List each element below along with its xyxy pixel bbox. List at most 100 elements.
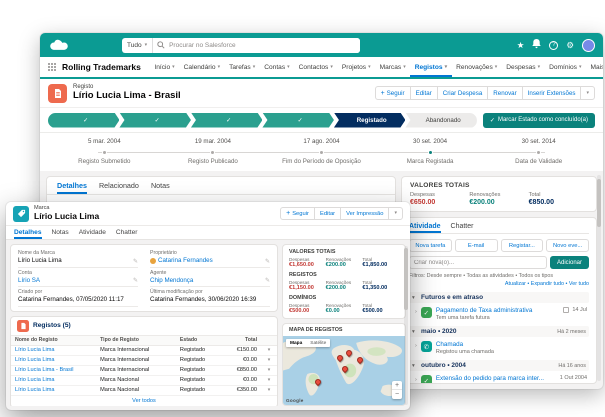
favorites-star-icon[interactable]: ★ xyxy=(517,41,525,50)
tab-dominios[interactable]: Domínios▾ xyxy=(545,57,586,77)
chevron-right-icon[interactable]: › xyxy=(415,309,417,315)
edit-field-icon[interactable]: ✎ xyxy=(133,258,138,265)
tab-chatter[interactable]: Chatter xyxy=(116,229,138,239)
row-actions-icon[interactable]: ▾ xyxy=(261,365,277,375)
table-row[interactable]: Lírio Lucia Lima Marca Nacional Registad… xyxy=(11,375,277,385)
chevron-down-icon[interactable]: ▾ xyxy=(287,65,290,70)
tab-contactos[interactable]: Contactos▾ xyxy=(294,57,337,77)
registos-map[interactable]: Mapa Satélite + − Google xyxy=(283,336,405,405)
chevron-down-icon[interactable]: ▾ xyxy=(330,65,333,70)
zoom-in-button[interactable]: + xyxy=(392,381,402,390)
tab-mais[interactable]: Mais▾ xyxy=(586,57,603,77)
tab-detalhes[interactable]: Detalhes xyxy=(57,181,87,194)
activity-group-upcoming[interactable]: ▾ Futuros e em atraso xyxy=(409,292,589,303)
chevron-down-icon[interactable]: ▾ xyxy=(538,65,541,70)
conta-link[interactable]: Lírio SA xyxy=(18,277,130,284)
edit-field-icon[interactable]: ✎ xyxy=(265,258,270,265)
tab-projetos[interactable]: Projetos▾ xyxy=(337,57,375,77)
chevron-down-icon[interactable]: ▾ xyxy=(445,65,448,70)
scrollbar-thumb[interactable] xyxy=(597,179,601,227)
path-stage-complete-2[interactable]: ✓ xyxy=(119,113,190,128)
row-actions-icon[interactable]: ▾ xyxy=(261,355,277,365)
tab-marcas[interactable]: Marcas▾ xyxy=(375,57,410,77)
activity-group-outubro-2004[interactable]: ▾ outubro • 2004 Há 16 anos xyxy=(409,360,589,371)
map-view-button[interactable]: Mapa xyxy=(286,339,306,347)
table-row[interactable]: Lírio Lucia Lima - Brasil Marca Internac… xyxy=(11,365,277,375)
tab-despesas[interactable]: Despesas▾ xyxy=(502,57,545,77)
renew-button[interactable]: Renovar xyxy=(487,86,522,100)
activity-composer-input[interactable] xyxy=(409,256,547,269)
search-input[interactable] xyxy=(165,38,360,53)
owner-link[interactable]: Catarina Fernandes xyxy=(158,257,213,264)
chevron-right-icon[interactable]: › xyxy=(415,377,417,383)
notifications-bell-icon[interactable] xyxy=(532,36,541,54)
tab-chatter[interactable]: Chatter xyxy=(451,223,474,233)
more-actions-button[interactable]: ▾ xyxy=(388,207,403,220)
add-activity-button[interactable]: Adicionar xyxy=(550,256,589,269)
path-stage-complete-4[interactable]: ✓ xyxy=(262,113,333,128)
create-expense-button[interactable]: Criar Despesa xyxy=(437,86,489,100)
app-launcher-icon[interactable] xyxy=(48,63,56,71)
edit-field-icon[interactable]: ✎ xyxy=(133,277,138,284)
path-stage-complete-3[interactable]: ✓ xyxy=(191,113,262,128)
activity-links[interactable]: Atualizar • Expandir tudo • Ver tudo xyxy=(409,281,589,287)
chevron-down-icon[interactable]: ▾ xyxy=(495,65,498,70)
user-avatar[interactable] xyxy=(582,39,595,52)
tab-notas[interactable]: Notas xyxy=(151,181,170,194)
chevron-down-icon[interactable]: ▾ xyxy=(368,65,371,70)
activity-group-maio-2020[interactable]: ▾ maio • 2020 Há 2 meses xyxy=(409,326,589,337)
chevron-down-icon[interactable]: ▾ xyxy=(172,65,175,70)
table-row[interactable]: Lírio Lucia Lima Marca Internacional Reg… xyxy=(11,345,277,355)
activity-item-title[interactable]: Pagamento de Taxa administrativa xyxy=(436,307,559,314)
row-actions-icon[interactable]: ▾ xyxy=(261,375,277,385)
log-call-button[interactable]: Registar... xyxy=(501,239,544,252)
path-stage-registado[interactable]: Registado xyxy=(334,113,405,128)
tab-tarefas[interactable]: Tarefas▾ xyxy=(225,57,260,77)
chevron-right-icon[interactable]: › xyxy=(415,343,417,349)
tab-atividade[interactable]: Atividade xyxy=(409,223,441,233)
new-task-button[interactable]: Nova tarefa xyxy=(409,239,452,252)
tab-atividade[interactable]: Atividade xyxy=(79,229,106,239)
tab-relacionado[interactable]: Relacionado xyxy=(99,181,139,194)
tab-contas[interactable]: Contas▾ xyxy=(260,57,294,77)
task-checkbox[interactable] xyxy=(563,307,569,313)
tab-calendario[interactable]: Calendário▾ xyxy=(179,57,224,77)
row-actions-icon[interactable]: ▾ xyxy=(261,385,277,395)
insert-extensions-button[interactable]: Inserir Extensões xyxy=(522,86,582,100)
setup-gear-icon[interactable]: ⚙ xyxy=(566,41,574,50)
tab-inicio[interactable]: Início▾ xyxy=(150,57,179,77)
activity-item-title[interactable]: Chamada xyxy=(436,341,583,348)
edit-button[interactable]: Editar xyxy=(410,86,438,100)
edit-field-icon[interactable]: ✎ xyxy=(265,277,270,284)
path-stage-abandonado[interactable]: Abandonado xyxy=(405,113,476,128)
view-all-link[interactable]: Ver todos xyxy=(11,396,277,407)
follow-button[interactable]: +Seguir xyxy=(280,207,315,220)
activity-item-title[interactable]: Extensão do pedido para marca inter... xyxy=(436,375,556,382)
chevron-down-icon[interactable]: ▾ xyxy=(218,65,221,70)
tab-renovacoes[interactable]: Renovações▾ xyxy=(452,57,502,77)
more-actions-button[interactable]: ▾ xyxy=(580,86,595,100)
tab-notas[interactable]: Notas xyxy=(52,229,69,239)
chevron-down-icon[interactable]: ▾ xyxy=(253,65,256,70)
agente-link[interactable]: Chip Mendonça xyxy=(150,277,262,284)
path-stage-complete-1[interactable]: ✓ xyxy=(48,113,119,128)
search-scope-dropdown[interactable]: Tudo ▾ xyxy=(122,38,153,53)
help-icon[interactable]: ? xyxy=(549,41,558,50)
mark-status-complete-button[interactable]: ✓ Marcar Estado como concluído(a) xyxy=(483,113,595,128)
chevron-down-icon[interactable]: ▾ xyxy=(403,65,406,70)
chevron-down-icon[interactable]: ▾ xyxy=(579,65,582,70)
email-button[interactable]: E-mail xyxy=(455,239,498,252)
tab-detalhes[interactable]: Detalhes xyxy=(14,229,42,239)
satellite-view-button[interactable]: Satélite xyxy=(306,339,330,347)
zoom-out-button[interactable]: − xyxy=(392,390,402,399)
main-window-scrollbar[interactable] xyxy=(597,175,601,381)
tab-registos[interactable]: Registos▾ xyxy=(410,57,451,77)
row-actions-icon[interactable]: ▾ xyxy=(261,345,277,355)
popup-window-scrollbar[interactable] xyxy=(404,246,408,405)
table-row[interactable]: Lírio Lucia Lima Marca Internacional Reg… xyxy=(11,355,277,365)
printable-view-button[interactable]: Ver Impressão xyxy=(340,207,389,220)
table-row[interactable]: Lírio Lucia Lima Marca Nacional Registad… xyxy=(11,385,277,395)
edit-button[interactable]: Editar xyxy=(314,207,341,220)
follow-button[interactable]: +Seguir xyxy=(375,86,411,100)
registos-list-title[interactable]: Registos (5) xyxy=(33,322,71,329)
